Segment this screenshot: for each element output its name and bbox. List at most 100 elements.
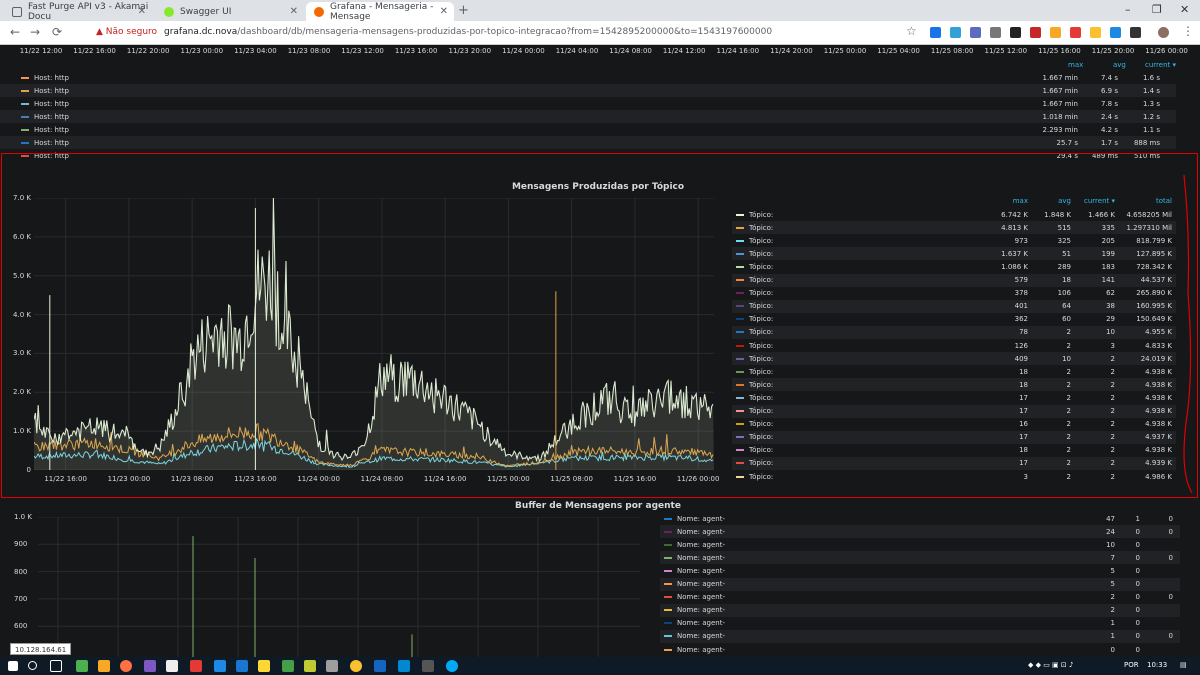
- x-tick-label: 11/24 12:00: [662, 47, 706, 55]
- close-window-button[interactable]: ✕: [1180, 3, 1189, 16]
- legend-row[interactable]: Nome: agent-100: [660, 629, 1180, 643]
- forward-button[interactable]: →: [30, 25, 40, 39]
- skype-icon[interactable]: [446, 660, 458, 672]
- legend-value: 5: [1110, 580, 1115, 588]
- panel-title[interactable]: Buffer de Mensagens por agente: [515, 501, 681, 511]
- language-indicator[interactable]: POR: [1124, 661, 1139, 669]
- close-icon[interactable]: ✕: [138, 6, 146, 17]
- extension-icon[interactable]: [1010, 27, 1021, 38]
- x-tick-label: 11/25 20:00: [1091, 47, 1135, 55]
- extension-icon[interactable]: [1050, 27, 1061, 38]
- security-warning[interactable]: ▲ Não seguro: [96, 27, 157, 37]
- x-tick-label: 11/23 12:00: [341, 47, 384, 55]
- close-icon[interactable]: ✕: [290, 6, 298, 17]
- legend-header-max[interactable]: max: [1068, 61, 1083, 69]
- app-icon[interactable]: [398, 660, 410, 672]
- app-icon[interactable]: [76, 660, 88, 672]
- maximize-button[interactable]: ❐: [1152, 3, 1162, 16]
- task-view-icon[interactable]: [50, 660, 62, 672]
- legend-row[interactable]: Nome: agent- 1 0: [660, 617, 1180, 630]
- legend-header-avg[interactable]: avg: [1113, 61, 1126, 69]
- app-icon[interactable]: [120, 660, 132, 672]
- extension-icon[interactable]: [1130, 27, 1141, 38]
- tab-swagger[interactable]: Swagger UI ✕: [156, 2, 304, 21]
- url-field[interactable]: grafana.dc.nova/dashboard/db/mensageria-…: [164, 27, 772, 37]
- status-ip: 10.128.164.61: [10, 643, 72, 655]
- x-tick-label: 11/24 16:00: [716, 47, 760, 55]
- app-icon[interactable]: [304, 660, 316, 672]
- bookmark-star-icon[interactable]: ☆: [906, 24, 917, 38]
- legend-row[interactable]: Nome: agent- 0 0: [660, 643, 1180, 656]
- series-swatch: [664, 609, 672, 612]
- app-icon[interactable]: [326, 660, 338, 672]
- legend-value: 0: [1135, 645, 1140, 654]
- legend-header-current[interactable]: current ▾: [1145, 61, 1176, 69]
- folder-icon[interactable]: [98, 660, 110, 672]
- app-icon[interactable]: [282, 660, 294, 672]
- avatar[interactable]: [1158, 27, 1169, 38]
- legend-value: 2: [1110, 593, 1115, 602]
- legend-row[interactable]: Host: http 2.293 min 4.2 s 1.1 s: [0, 123, 1176, 136]
- extension-icon[interactable]: [1070, 27, 1081, 38]
- legend-row[interactable]: Nome: agent- 47 1 0: [660, 512, 1180, 525]
- extension-icon[interactable]: [930, 27, 941, 38]
- legend-row[interactable]: Host: http 1.667 min 7.4 s 1.6 s: [0, 71, 1176, 84]
- series-swatch: [21, 128, 29, 131]
- legend-value: 10: [1106, 540, 1115, 549]
- legend-row[interactable]: Nome: agent- 2 0: [660, 603, 1180, 617]
- app-icon[interactable]: [166, 660, 178, 672]
- x-tick-label: 11/23 00:00: [180, 47, 224, 55]
- app-icon[interactable]: [190, 660, 202, 672]
- legend-value-max: 1.018 min: [1042, 112, 1078, 121]
- legend-value: 0: [1135, 619, 1140, 628]
- taskbar: ◆ ◆ ▭ ▣ ⊡ ♪ POR 10:33 ▤: [0, 657, 1200, 675]
- legend-row[interactable]: Nome: agent- 24 0 0: [660, 525, 1180, 539]
- extension-icon[interactable]: [1090, 27, 1101, 38]
- extension-icon[interactable]: [950, 27, 961, 38]
- notifications-icon[interactable]: ▤: [1180, 661, 1187, 669]
- close-icon[interactable]: ✕: [440, 6, 448, 17]
- visual-studio-icon[interactable]: [144, 660, 156, 672]
- legend-value-max: 25.7 s: [1056, 138, 1078, 147]
- clock[interactable]: 10:33: [1147, 661, 1167, 669]
- legend-row[interactable]: Nome: agent- 5 0: [660, 564, 1180, 577]
- search-icon[interactable]: [28, 661, 37, 670]
- series-swatch: [664, 517, 672, 520]
- legend-row[interactable]: Nome: agent-100: [660, 538, 1180, 551]
- app-icon[interactable]: [258, 660, 270, 672]
- extension-icon[interactable]: [990, 27, 1001, 38]
- legend-row[interactable]: Host: http 25.7 s 1.7 s 888 ms: [0, 136, 1176, 149]
- extension-icon[interactable]: [1110, 27, 1121, 38]
- app-icon[interactable]: [422, 660, 434, 672]
- reload-button[interactable]: ⟳: [52, 25, 62, 39]
- legend-value: 0: [1168, 514, 1173, 523]
- tab-grafana[interactable]: Grafana - Mensageria - Mensage ✕: [306, 2, 454, 22]
- x-tick-label: 11/24 08:00: [609, 47, 652, 55]
- legend-value: 7: [1110, 553, 1115, 562]
- legend-row[interactable]: Host: http 1.667 min 7.8 s 1.3 s: [0, 97, 1176, 110]
- series-name: Nome: agent-: [677, 606, 725, 615]
- buffer-chart[interactable]: [38, 517, 640, 657]
- minimize-button[interactable]: –: [1125, 3, 1131, 16]
- legend-row[interactable]: Host: http 1.667 min 6.9 s 1.4 s: [0, 84, 1176, 97]
- tab-akamai[interactable]: Fast Purge API v3 - Akamai Docu ✕: [4, 2, 152, 22]
- legend-row[interactable]: Host: http 1.018 min 2.4 s 1.2 s: [0, 110, 1176, 123]
- legend-value-max: 1.667 min: [1042, 86, 1078, 95]
- tab-title: Swagger UI: [180, 6, 232, 17]
- extension-icon[interactable]: [1030, 27, 1041, 38]
- extension-icon[interactable]: [970, 27, 981, 38]
- app-icon[interactable]: [214, 660, 226, 672]
- legend-row[interactable]: Nome: agent- 7 0 0: [660, 551, 1180, 565]
- tray-icons[interactable]: ◆ ◆ ▭ ▣ ⊡ ♪: [1028, 661, 1073, 669]
- menu-icon[interactable]: ⋮: [1182, 24, 1194, 38]
- word-icon[interactable]: [374, 660, 386, 672]
- chrome-icon[interactable]: [350, 660, 362, 672]
- series-name: Host: http: [34, 125, 69, 134]
- x-tick-label: 11/25 04:00: [877, 47, 920, 55]
- new-tab-button[interactable]: +: [458, 3, 469, 18]
- back-button[interactable]: ←: [10, 25, 20, 39]
- edge-icon[interactable]: [236, 660, 248, 672]
- windows-start-icon[interactable]: [8, 661, 18, 671]
- legend-row[interactable]: Nome: agent- 5 0: [660, 577, 1180, 591]
- legend-row[interactable]: Nome: agent- 2 0 0: [660, 591, 1180, 604]
